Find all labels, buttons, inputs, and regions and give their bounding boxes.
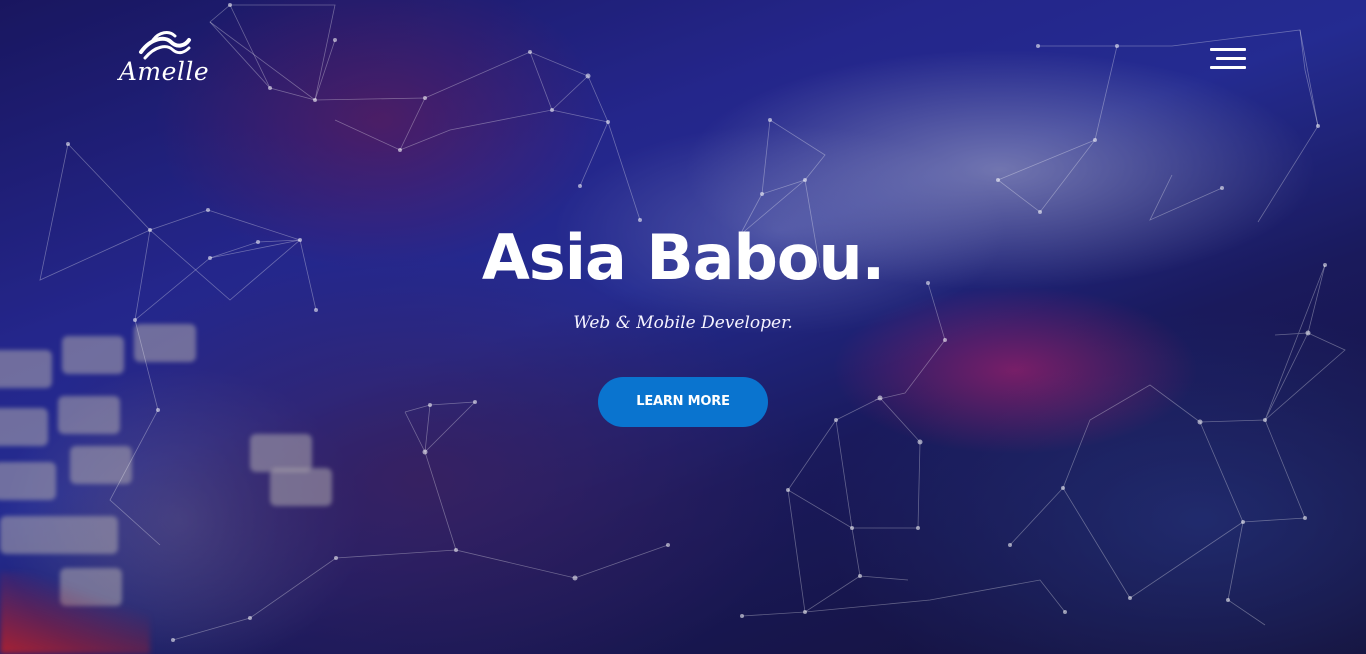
- hair-wave-icon: [139, 31, 191, 60]
- hero-subtitle: Web & Mobile Developer.: [573, 313, 793, 333]
- brand-logo[interactable]: Amelle: [116, 30, 212, 96]
- logo-text: Amelle: [118, 57, 210, 86]
- hero-section: Amelle Asia Babou. Web & Mobile Develope…: [0, 0, 1366, 654]
- hero-content: Asia Babou. Web & Mobile Developer. LEAR…: [0, 218, 1366, 427]
- hamburger-menu-icon[interactable]: [1208, 46, 1248, 72]
- hero-title: Asia Babou.: [481, 221, 885, 294]
- learn-more-button[interactable]: LEARN MORE: [598, 377, 768, 427]
